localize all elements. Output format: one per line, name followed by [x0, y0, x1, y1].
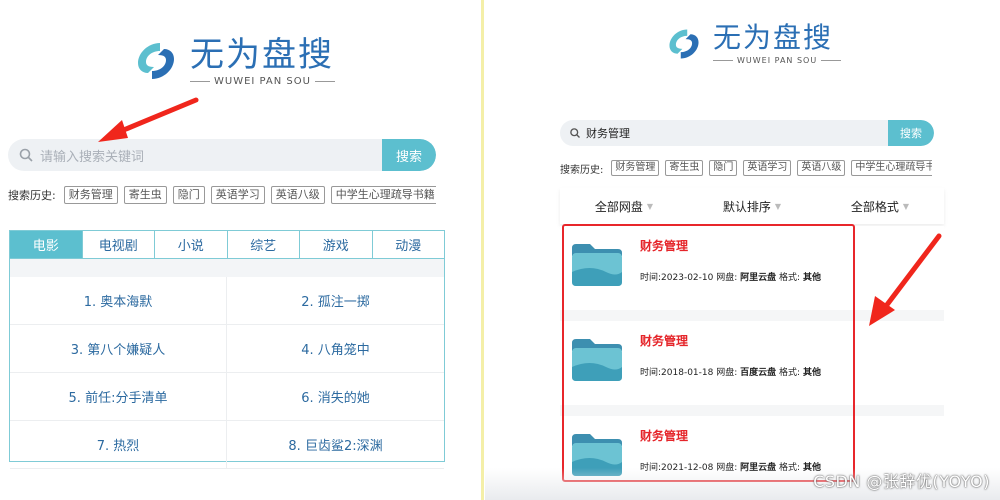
- movie-item[interactable]: 3. 第八个嫌疑人: [10, 325, 227, 373]
- screenshot-stage: 无为盘搜 WUWEI PAN SOU 请输入搜索关键词 搜索 搜索历史: 财务管…: [0, 0, 1000, 500]
- search-input[interactable]: 请输入搜索关键词: [40, 146, 382, 165]
- filter-label: 默认排序: [722, 199, 771, 214]
- annotation-arrow-icon: [869, 233, 942, 326]
- filter-label: 全部网盘: [594, 199, 643, 214]
- history-tag[interactable]: 中学生心理疏导书籍: [330, 186, 436, 204]
- filter-disk-dropdown[interactable]: 全部网盘 ▼: [560, 188, 688, 224]
- filter-label: 全部格式: [850, 199, 899, 214]
- history-tag[interactable]: 隐门: [172, 186, 205, 204]
- history-tag[interactable]: 财务管理: [63, 186, 118, 204]
- filter-sort-dropdown[interactable]: 默认排序 ▼: [688, 188, 816, 224]
- logo-subtitle: WUWEI PAN SOU: [713, 56, 842, 65]
- history-tag[interactable]: 英语学习: [210, 186, 265, 204]
- logo-subtitle-text: WUWEI PAN SOU: [737, 56, 818, 65]
- history-tag[interactable]: 英语八级: [270, 186, 325, 204]
- tab-movie[interactable]: 电影: [10, 231, 83, 258]
- search-history: 搜索历史: 财务管理 寄生虫 隐门 英语学习 英语八级 中学生心理疏导书籍: [8, 186, 436, 204]
- highlight-box: [562, 224, 855, 482]
- tab-anime[interactable]: 动漫: [373, 231, 445, 258]
- search-button[interactable]: 搜索: [382, 139, 436, 171]
- annotation-arrow-icon: [98, 97, 199, 142]
- movie-list: 1. 奥本海默 2. 孤注一掷 3. 第八个嫌疑人 4. 八角笼中 5. 前任:…: [10, 277, 444, 469]
- search-bar: 财务管理 搜索: [560, 120, 934, 146]
- panel-divider: [481, 0, 484, 500]
- history-tag[interactable]: 隐门: [709, 160, 738, 176]
- movie-item[interactable]: 5. 前任:分手清单: [10, 373, 227, 421]
- movie-item[interactable]: 8. 巨齿鲨2:深渊: [227, 421, 444, 469]
- search-history: 搜索历史: 财务管理 寄生虫 隐门 英语学习 英语八级 中学生心理疏导书籍: [560, 160, 932, 176]
- tab-variety[interactable]: 综艺: [228, 231, 300, 258]
- search-history-label: 搜索历史:: [8, 189, 56, 202]
- search-bar: 请输入搜索关键词 搜索: [8, 139, 436, 171]
- caret-down-icon: ▼: [902, 201, 910, 211]
- home-panel: 无为盘搜 WUWEI PAN SOU 请输入搜索关键词 搜索 搜索历史: 财务管…: [0, 0, 480, 500]
- logo-title: 无为盘搜: [713, 21, 834, 54]
- history-tag[interactable]: 寄生虫: [665, 160, 704, 176]
- site-logo[interactable]: 无为盘搜 WUWEI PAN SOU: [663, 21, 842, 65]
- logo-text: 无为盘搜 WUWEI PAN SOU: [713, 21, 842, 65]
- logo-mark-icon: [138, 43, 174, 79]
- search-input[interactable]: 财务管理: [586, 125, 888, 141]
- search-icon: [570, 128, 580, 138]
- watermark: CSDN @张辞优(YOYO): [813, 472, 990, 491]
- caret-down-icon: ▼: [646, 201, 654, 211]
- history-tag[interactable]: 英语学习: [743, 160, 792, 176]
- history-tag[interactable]: 英语八级: [797, 160, 846, 176]
- logo-title: 无为盘搜: [190, 34, 334, 75]
- filter-bar: 全部网盘 ▼ 默认排序 ▼ 全部格式 ▼: [560, 188, 944, 224]
- filter-format-dropdown[interactable]: 全部格式 ▼: [816, 188, 944, 224]
- logo-subtitle: WUWEI PAN SOU: [190, 76, 335, 87]
- tab-tv[interactable]: 电视剧: [83, 231, 155, 258]
- movie-item[interactable]: 7. 热烈: [10, 421, 227, 469]
- search-button[interactable]: 搜索: [888, 120, 934, 146]
- search-icon: [19, 148, 33, 162]
- category-tabs: 电影 电视剧 小说 综艺 游戏 动漫: [10, 231, 444, 259]
- tabs-spacer: [10, 259, 444, 277]
- movie-item[interactable]: 4. 八角笼中: [227, 325, 444, 373]
- logo-text: 无为盘搜 WUWEI PAN SOU: [190, 36, 335, 87]
- logo-subtitle-text: WUWEI PAN SOU: [214, 75, 311, 87]
- tab-game[interactable]: 游戏: [300, 231, 373, 258]
- category-panel: 电影 电视剧 小说 综艺 游戏 动漫 1. 奥本海默 2. 孤注一掷 3. 第八…: [9, 230, 445, 469]
- results-panel: 无为盘搜 WUWEI PAN SOU 财务管理 搜索 搜索历史: 财务管理 寄生…: [485, 0, 1000, 500]
- caret-down-icon: ▼: [774, 201, 782, 211]
- history-tag[interactable]: 中学生心理疏导书籍: [851, 160, 932, 176]
- history-tag[interactable]: 寄生虫: [123, 186, 167, 204]
- movie-item[interactable]: 1. 奥本海默: [10, 277, 227, 325]
- movie-item[interactable]: 6. 消失的她: [227, 373, 444, 421]
- history-tag[interactable]: 财务管理: [611, 160, 660, 176]
- site-logo[interactable]: 无为盘搜 WUWEI PAN SOU: [130, 35, 335, 87]
- movie-item[interactable]: 2. 孤注一掷: [227, 277, 444, 325]
- search-history-label: 搜索历史:: [560, 164, 604, 176]
- logo-mark-icon: [669, 28, 699, 59]
- tab-novel[interactable]: 小说: [155, 231, 228, 258]
